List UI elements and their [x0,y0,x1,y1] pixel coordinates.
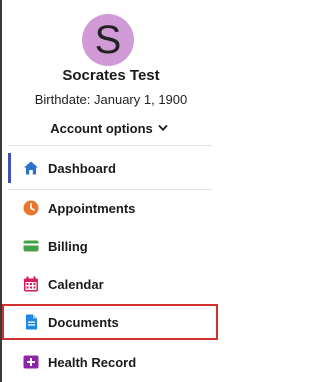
chevron-down-icon [158,125,168,132]
calendar-icon [23,276,39,292]
sidebar-item-health-record[interactable]: Health Record [8,344,212,380]
divider [8,145,212,146]
medical-record-icon [23,354,39,370]
sidebar-item-calendar[interactable]: Calendar [8,266,212,302]
account-options-label: Account options [50,120,153,136]
account-options-button[interactable]: Account options [38,118,180,138]
patient-name: Socrates Test [62,67,160,84]
sidebar-item-dashboard[interactable]: Dashboard [8,150,212,186]
sidebar-item-label: Appointments [48,200,136,216]
avatar: S [82,14,134,66]
sidebar-item-label: Calendar [48,276,104,292]
clock-icon [23,200,39,216]
wallet-icon [23,238,39,254]
sidebar-item-label: Dashboard [48,160,116,176]
avatar-letter: S [94,18,122,62]
highlight-box [2,304,218,340]
sidebar-item-billing[interactable]: Billing [8,228,212,264]
sidebar-item-label: Billing [48,238,88,254]
sidebar-item-label: Health Record [48,354,137,370]
sidebar-item-appointments[interactable]: Appointments [8,190,212,226]
birthdate-text: Birthdate: January 1, 1900 [34,92,188,107]
home-icon [23,160,39,176]
